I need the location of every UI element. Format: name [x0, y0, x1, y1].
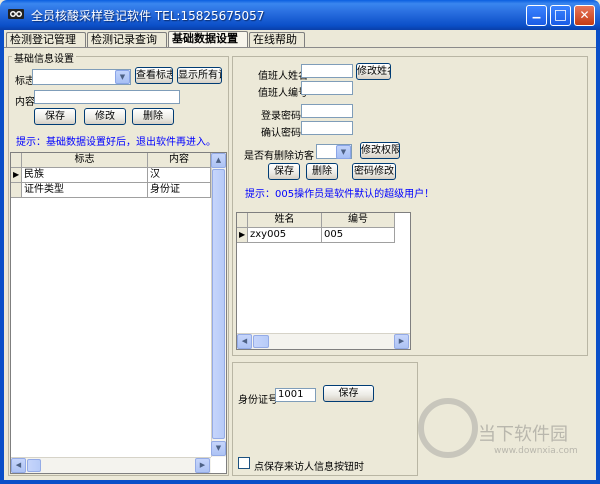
minimize-icon: ▁ — [532, 8, 541, 19]
watermark-logo — [418, 398, 478, 458]
chevron-left-icon: ◀ — [241, 337, 248, 345]
grid-header-name[interactable]: 姓名 — [248, 213, 322, 228]
login-password-label: 登录密码 — [261, 111, 301, 122]
operator-save-button[interactable]: 保存 — [268, 163, 300, 180]
scroll-left-button[interactable]: ◀ — [11, 458, 26, 473]
operator-name-input[interactable] — [301, 64, 353, 78]
scroll-left-button[interactable]: ◀ — [237, 334, 252, 349]
grid-header-flag[interactable]: 标志 — [22, 153, 148, 168]
basic-info-group-title: 基础信息设置 — [12, 50, 76, 65]
table-row-flag[interactable]: 民族 — [22, 168, 148, 183]
save-visitor-label: 点保存来访人信息按钮时 — [254, 462, 364, 473]
basic-grid-hscroll-thumb[interactable] — [27, 459, 41, 472]
grid-header-content[interactable]: 内容 — [148, 153, 211, 168]
row-pointer-icon: ▶ — [13, 170, 20, 179]
login-password-input[interactable] — [301, 104, 353, 118]
basic-grid-hscrollbar[interactable] — [11, 457, 211, 473]
id-save-button[interactable]: 保存 — [323, 385, 374, 402]
basic-edit-button[interactable]: 修改 — [84, 108, 126, 125]
basic-data-grid[interactable] — [10, 152, 227, 474]
id-input[interactable]: 1001 — [275, 388, 316, 402]
grid-corner — [11, 153, 22, 168]
confirm-password-label: 确认密码 — [261, 128, 301, 139]
scroll-up-button[interactable]: ▲ — [211, 153, 226, 168]
row-pointer-icon: ▶ — [239, 230, 246, 239]
table-row-content[interactable]: 身份证 — [148, 183, 211, 198]
minimize-button[interactable]: ▁ — [526, 5, 547, 26]
row-indicator: ▶ — [237, 228, 248, 243]
confirm-password-input[interactable] — [301, 121, 353, 135]
chevron-down-icon: ▼ — [119, 73, 126, 81]
operator-code-input[interactable] — [301, 81, 353, 95]
watermark-text: 当下软件园 — [478, 424, 568, 445]
operator-hint: 提示：005操作员是软件默认的超级用户！ — [245, 189, 435, 200]
tab-online-help[interactable]: 在线帮助 — [249, 32, 305, 48]
password-edit-button[interactable]: 密码修改 — [352, 163, 396, 180]
chevron-up-icon: ▲ — [215, 156, 222, 164]
content-label: 内容 — [15, 97, 35, 108]
id-label: 身份证号 — [238, 395, 278, 406]
maximize-button[interactable]: □ — [550, 5, 571, 26]
row-indicator — [11, 183, 22, 198]
basic-save-button[interactable]: 保存 — [34, 108, 76, 125]
edit-name-button[interactable]: 修改姓名 — [356, 63, 391, 80]
basic-grid-vscroll-thumb[interactable] — [212, 169, 225, 439]
scroll-right-button[interactable]: ▶ — [195, 458, 210, 473]
edit-permission-button[interactable]: 修改权限 — [360, 142, 400, 159]
close-button[interactable]: ✕ — [574, 5, 595, 26]
delete-permission-dropdown[interactable]: ▼ — [336, 145, 351, 159]
operator-grid-hscroll-thumb[interactable] — [253, 335, 269, 348]
chevron-down-icon: ▼ — [215, 444, 222, 452]
flag-combo-dropdown[interactable]: ▼ — [115, 70, 130, 84]
chevron-right-icon: ▶ — [199, 461, 206, 469]
scroll-down-button[interactable]: ▼ — [211, 441, 226, 456]
view-flag-query-button[interactable]: 查看标志查询 — [135, 67, 173, 84]
maximize-icon: □ — [553, 7, 568, 23]
tab-registration[interactable]: 检测登记管理 — [6, 32, 86, 48]
window-frame-bottom — [0, 480, 600, 484]
tab-record-query[interactable]: 检测记录查询 — [87, 32, 167, 48]
watermark-url: www.downxia.com — [494, 446, 578, 456]
window-frame-left — [0, 30, 4, 484]
chevron-right-icon: ▶ — [398, 337, 405, 345]
window-frame-right — [596, 30, 600, 484]
grid-header-code[interactable]: 编号 — [322, 213, 395, 228]
close-icon: ✕ — [579, 8, 590, 22]
tab-divider — [4, 47, 596, 48]
table-row-content[interactable]: 汉 — [148, 168, 211, 183]
table-row-name[interactable]: zxy005 — [248, 228, 322, 243]
table-row-code[interactable]: 005 — [322, 228, 395, 243]
show-all-records-button[interactable]: 显示所有记录 — [177, 67, 222, 84]
window-title: 全员核酸采样登记软件 TEL:15825675057 — [31, 9, 265, 23]
tab-basic-data[interactable]: 基础数据设置 — [168, 31, 248, 48]
save-visitor-checkbox[interactable] — [238, 457, 250, 469]
basic-info-hint: 提示：基础数据设置好后，退出软件再进入。 — [16, 137, 216, 148]
operator-delete-button[interactable]: 删除 — [306, 163, 338, 180]
row-indicator: ▶ — [11, 168, 22, 183]
grid-corner — [237, 213, 248, 228]
chevron-down-icon: ▼ — [340, 148, 347, 156]
basic-delete-button[interactable]: 删除 — [132, 108, 174, 125]
app-icon — [7, 6, 25, 22]
table-row-flag[interactable]: 证件类型 — [22, 183, 148, 198]
content-input[interactable] — [34, 90, 180, 104]
delete-permission-label: 是否有删除访客 — [244, 151, 314, 162]
scroll-right-button[interactable]: ▶ — [394, 334, 409, 349]
chevron-left-icon: ◀ — [15, 461, 22, 469]
